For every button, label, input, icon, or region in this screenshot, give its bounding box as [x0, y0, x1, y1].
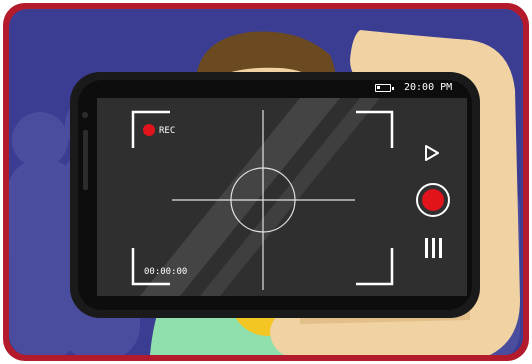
record-button-icon: [422, 189, 444, 211]
play-icon[interactable]: [423, 144, 441, 162]
record-button[interactable]: [416, 183, 450, 217]
rec-label: REC: [159, 126, 176, 136]
recording-dot-icon: [143, 124, 155, 136]
phone-camera: [82, 112, 88, 118]
status-time: 20:00 PM: [404, 82, 453, 93]
illustration: [3, 3, 529, 361]
phone-speaker: [83, 130, 88, 190]
battery-icon: [375, 84, 394, 92]
timecode: 00:00:00: [144, 267, 188, 277]
menu-bars-icon[interactable]: [425, 238, 443, 258]
